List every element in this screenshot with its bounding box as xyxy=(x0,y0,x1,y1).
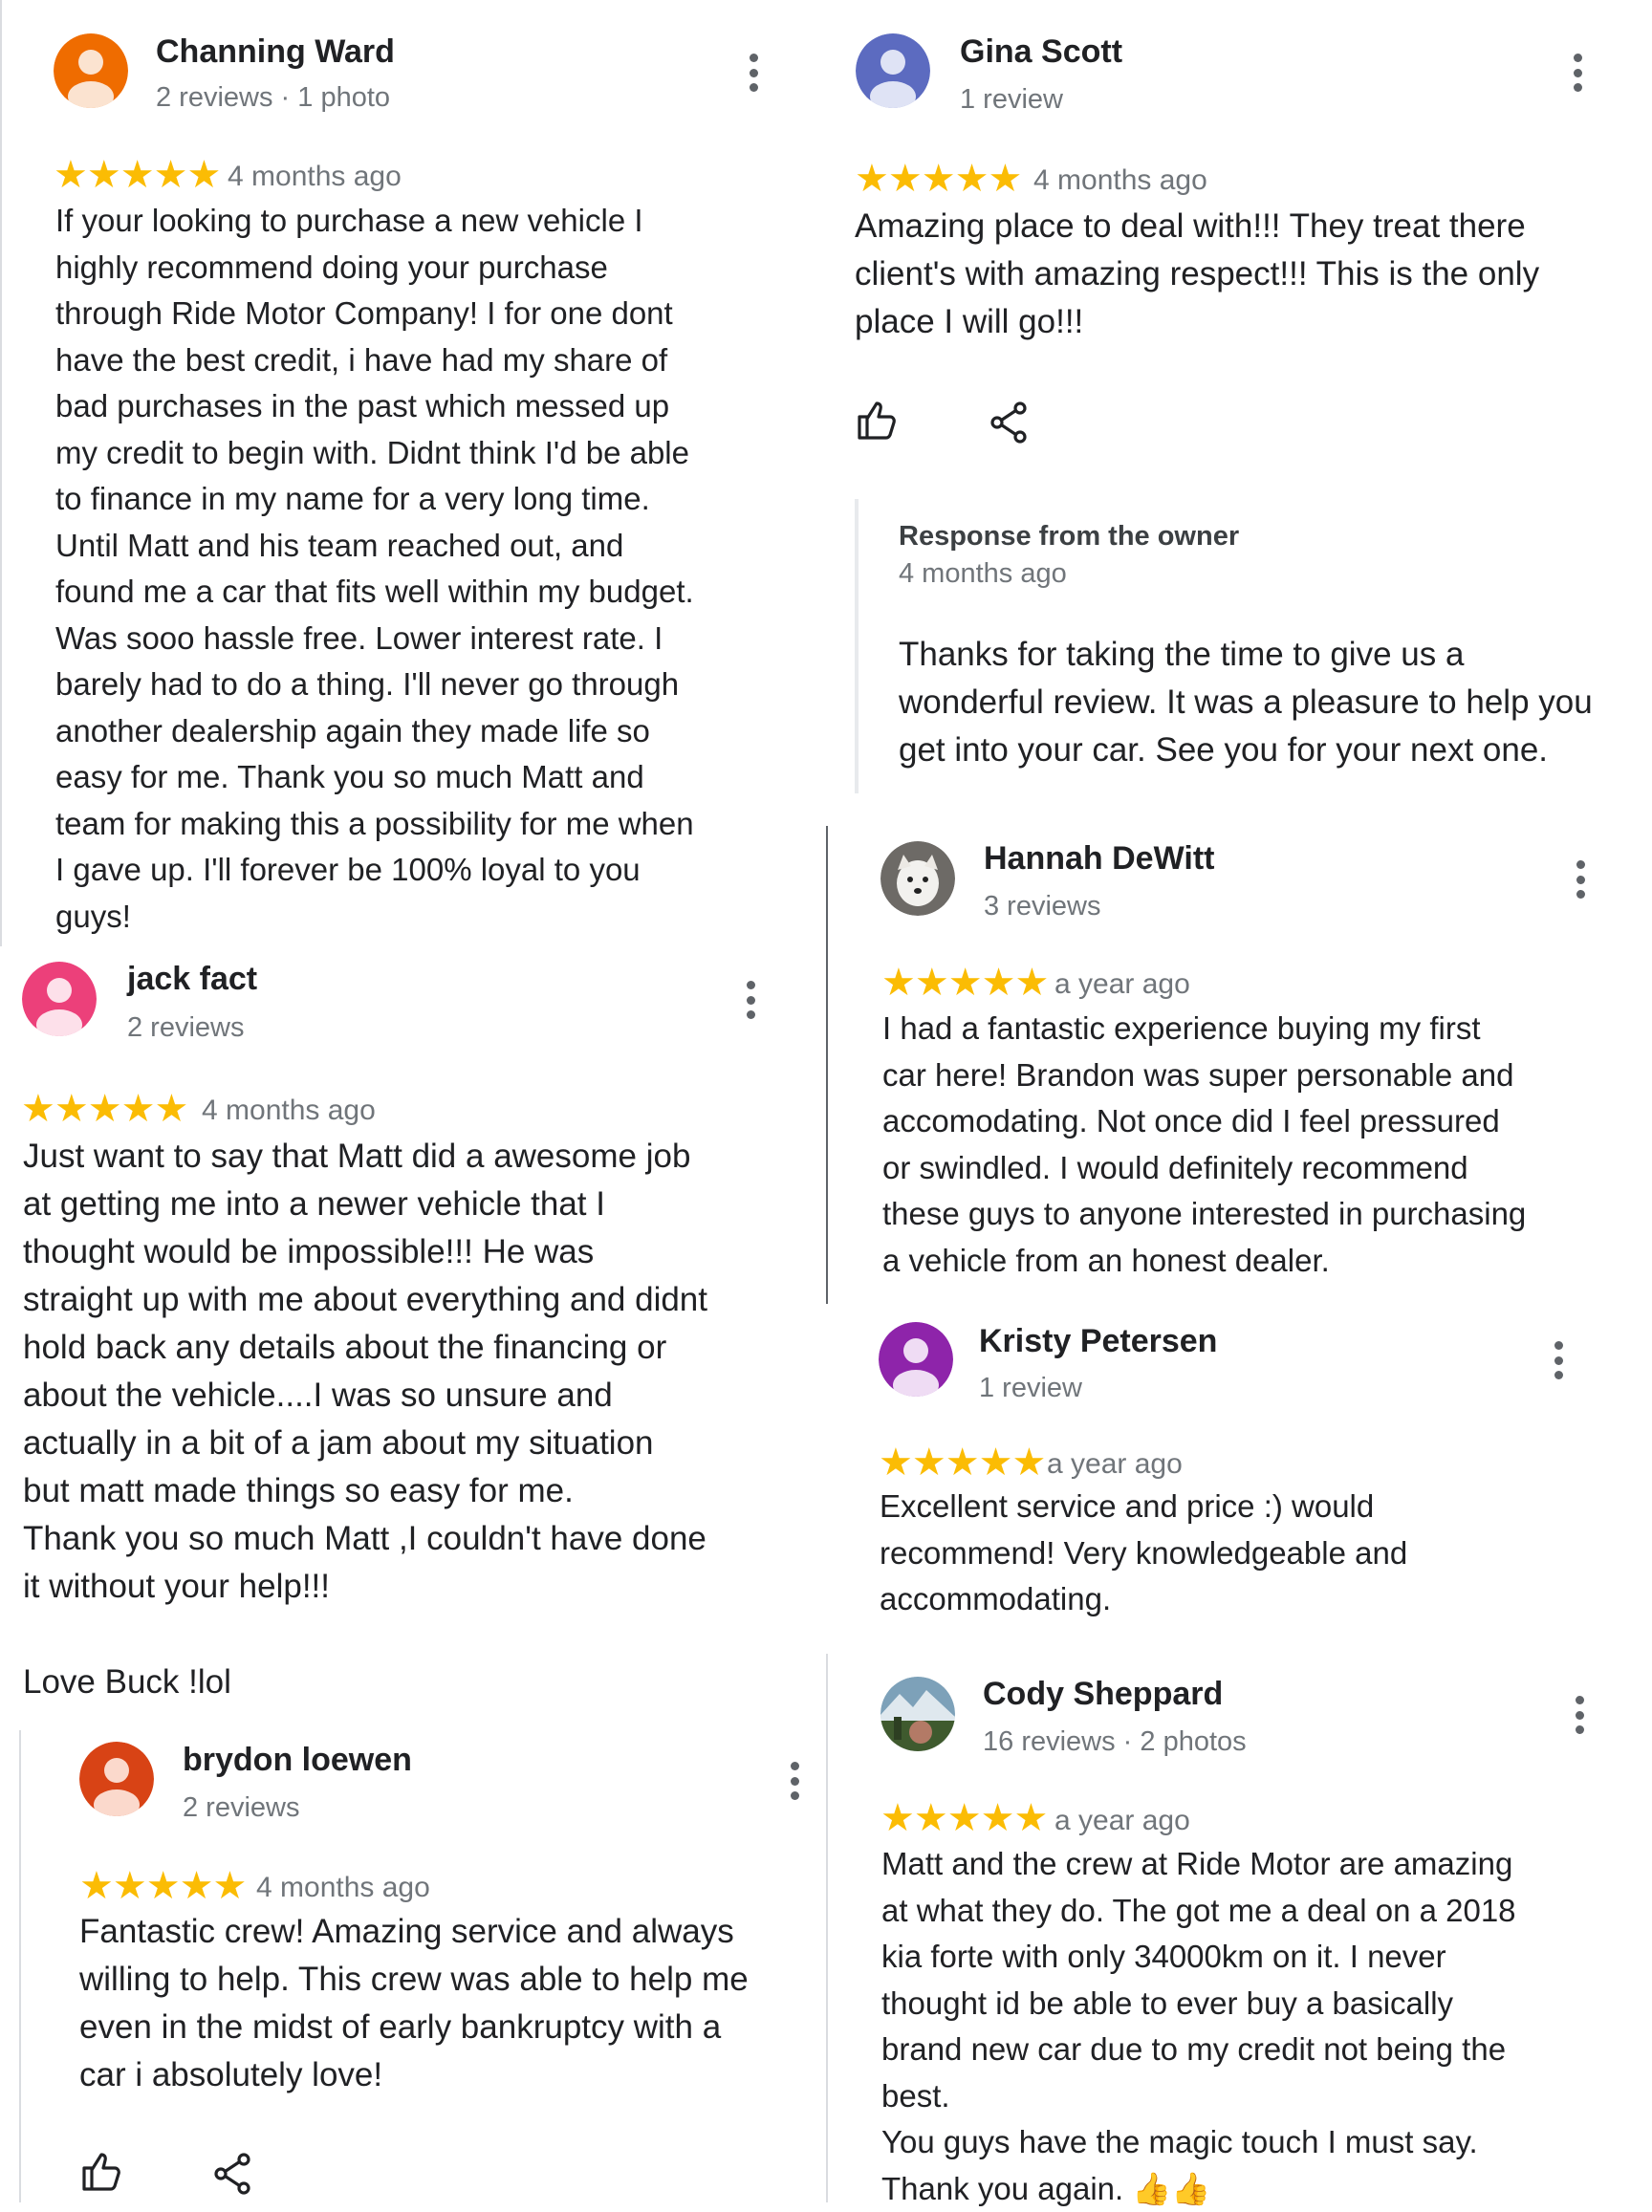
review-date: a year ago xyxy=(1054,1805,1190,1836)
more-options-icon[interactable] xyxy=(788,1762,801,1800)
reviewer-meta[interactable]: 1 review xyxy=(979,1373,1082,1404)
review-text: I had a fantastic experience buying my f… xyxy=(882,1010,1527,1278)
avatar[interactable] xyxy=(79,1742,154,1816)
star-rating: ★★★★★ xyxy=(881,962,1049,1004)
card-divider xyxy=(0,0,2,946)
thumbs-up-icon[interactable] xyxy=(854,398,900,444)
review-text: Fantastic crew! Amazing service and alwa… xyxy=(79,1913,749,2093)
reviewer-meta[interactable]: 2 reviews · 1 photo xyxy=(156,82,390,114)
reviewer-meta[interactable]: 2 reviews xyxy=(127,1012,245,1044)
review-date: 4 months ago xyxy=(256,1872,430,1903)
star-rating: ★★★★★ xyxy=(855,158,1022,200)
more-options-icon[interactable] xyxy=(1574,860,1587,899)
avatar[interactable] xyxy=(880,1677,955,1751)
review-date: a year ago xyxy=(1054,968,1190,1000)
owner-response-date: 4 months ago xyxy=(899,558,1067,589)
reviewer-meta[interactable]: 2 reviews xyxy=(183,1792,300,1824)
more-options-icon[interactable] xyxy=(1571,54,1584,92)
review-text: Just want to say that Matt did a awesome… xyxy=(23,1138,707,1701)
review-date: 4 months ago xyxy=(202,1095,376,1126)
person-icon xyxy=(856,33,930,108)
star-rating: ★★★★★ xyxy=(54,154,221,196)
profile-photo-icon xyxy=(880,1677,955,1751)
star-rating: ★★★★★ xyxy=(880,1797,1048,1839)
avatar[interactable] xyxy=(54,33,128,108)
card-divider xyxy=(19,1730,21,2202)
more-options-icon[interactable] xyxy=(1573,1696,1586,1734)
owner-response-text: Thanks for taking the time to give us a … xyxy=(899,636,1593,769)
reviewer-name[interactable]: jack fact xyxy=(127,961,257,998)
reviewer-name[interactable]: Hannah DeWitt xyxy=(984,840,1214,878)
reviewer-name[interactable]: Channing Ward xyxy=(156,33,395,71)
review-text: If your looking to purchase a new vehicl… xyxy=(55,203,694,934)
reviewer-meta[interactable]: 1 review xyxy=(960,84,1063,116)
review-text: Matt and the crew at Ride Motor are amaz… xyxy=(881,1846,1516,2206)
thumbs-up-icon[interactable] xyxy=(78,2149,124,2195)
review-text: Excellent service and price :) would rec… xyxy=(880,1488,1408,1616)
more-options-icon[interactable] xyxy=(747,54,760,92)
avatar[interactable] xyxy=(22,962,97,1036)
share-icon[interactable] xyxy=(987,400,1032,445)
avatar[interactable] xyxy=(879,1322,953,1397)
person-icon xyxy=(879,1322,953,1397)
person-icon xyxy=(54,33,128,108)
reviewer-name[interactable]: Gina Scott xyxy=(960,33,1122,71)
reviewer-meta[interactable]: 16 reviews · 2 photos xyxy=(983,1726,1247,1758)
owner-response-border xyxy=(855,499,859,793)
more-options-icon[interactable] xyxy=(744,981,757,1019)
reviewer-name[interactable]: Kristy Petersen xyxy=(979,1323,1217,1360)
review-date: 4 months ago xyxy=(1033,164,1207,196)
review-date: 4 months ago xyxy=(228,161,402,192)
reviewer-meta[interactable]: 3 reviews xyxy=(984,891,1101,922)
person-icon xyxy=(79,1742,154,1816)
star-rating: ★★★★★ xyxy=(879,1442,1046,1484)
more-options-icon[interactable] xyxy=(1552,1341,1565,1379)
card-divider xyxy=(826,826,828,1304)
review-date: a year ago xyxy=(1047,1448,1183,1480)
reviewer-name[interactable]: brydon loewen xyxy=(183,1742,412,1779)
share-icon[interactable] xyxy=(210,2151,256,2197)
person-icon xyxy=(22,962,97,1036)
review-text: Amazing place to deal with!!! They treat… xyxy=(855,207,1540,340)
star-rating: ★★★★★ xyxy=(79,1865,247,1907)
card-divider xyxy=(826,1654,828,2202)
avatar[interactable] xyxy=(856,33,930,108)
reviewer-name[interactable]: Cody Sheppard xyxy=(983,1676,1223,1713)
star-rating: ★★★★★ xyxy=(21,1088,188,1130)
owner-response-title: Response from the owner xyxy=(899,521,1240,552)
profile-photo-icon xyxy=(880,841,955,916)
avatar[interactable] xyxy=(880,841,955,916)
